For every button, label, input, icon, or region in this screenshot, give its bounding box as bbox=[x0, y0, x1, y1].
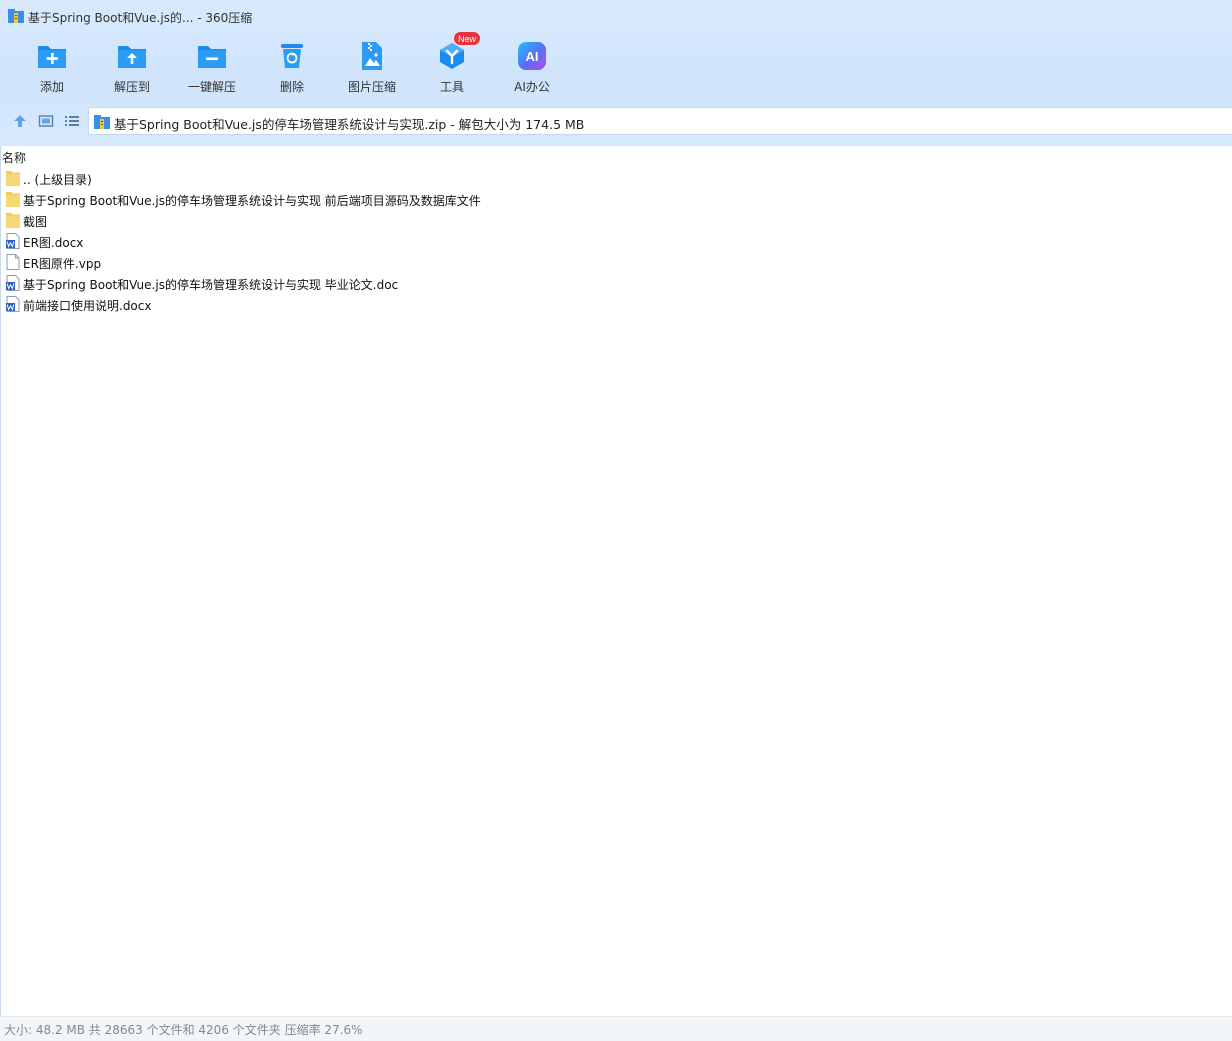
address-bar[interactable]: 基于Spring Boot和Vue.js的停车场管理系统设计与实现.zip - … bbox=[88, 107, 1232, 135]
list-item-name: ER图.docx bbox=[23, 236, 84, 250]
ai-icon-text: AI bbox=[526, 49, 539, 64]
ai-office-button[interactable]: AI AI办公 bbox=[492, 36, 572, 98]
one-click-extract-button[interactable]: 一键解压 bbox=[172, 36, 252, 98]
word-document-icon bbox=[6, 296, 20, 312]
ai-office-label: AI办公 bbox=[514, 80, 550, 94]
column-name-label: 名称 bbox=[2, 151, 27, 165]
title-bar[interactable]: 基于Spring Boot和Vue.js的... - 360压缩 bbox=[0, 0, 1232, 32]
image-compress-label: 图片压缩 bbox=[347, 80, 396, 94]
folder-icon bbox=[6, 192, 20, 207]
list-item-name: 前端接口使用说明.docx bbox=[23, 299, 152, 313]
image-compress-icon bbox=[362, 42, 382, 70]
archive-app-icon bbox=[8, 9, 24, 23]
ai-office-icon: AI bbox=[518, 42, 546, 70]
up-arrow-icon[interactable] bbox=[11, 112, 29, 130]
word-document-icon bbox=[6, 233, 20, 249]
list-item-name: ER图原件.vpp bbox=[23, 257, 102, 271]
generic-file-icon bbox=[6, 254, 20, 270]
navigation-bar: 基于Spring Boot和Vue.js的停车场管理系统设计与实现.zip - … bbox=[0, 106, 1232, 136]
window-chrome: 基于Spring Boot和Vue.js的... - 360压缩 添加 解压到 bbox=[0, 0, 1232, 146]
zip-file-icon bbox=[94, 115, 110, 129]
extract-to-button[interactable]: 解压到 bbox=[92, 36, 172, 98]
list-item[interactable]: 前端接口使用说明.docx bbox=[0, 294, 1232, 315]
column-header-name[interactable]: 名称 bbox=[0, 146, 1232, 166]
archive-path: 基于Spring Boot和Vue.js的停车场管理系统设计与实现.zip - … bbox=[114, 117, 585, 132]
new-badge-text: New bbox=[458, 34, 477, 44]
one-click-extract-icon bbox=[198, 46, 226, 68]
extract-to-icon bbox=[118, 46, 146, 68]
folder-icon bbox=[6, 213, 20, 228]
folder-icon bbox=[6, 171, 20, 186]
status-text: 大小: 48.2 MB 共 28663 个文件和 4206 个文件夹 压缩率 2… bbox=[4, 1023, 363, 1037]
new-badge: New bbox=[454, 32, 480, 45]
thumbnail-view-icon[interactable] bbox=[37, 112, 55, 130]
list-item[interactable]: ER图原件.vpp bbox=[0, 252, 1232, 273]
tools-button[interactable]: New 工具 bbox=[412, 32, 492, 98]
tools-label: 工具 bbox=[439, 80, 464, 94]
word-document-icon bbox=[6, 275, 20, 291]
status-bar: 大小: 48.2 MB 共 28663 个文件和 4206 个文件夹 压缩率 2… bbox=[0, 1016, 1232, 1041]
image-compress-button[interactable]: 图片压缩 bbox=[332, 36, 412, 98]
list-item-name: 基于Spring Boot和Vue.js的停车场管理系统设计与实现 毕业论文.d… bbox=[23, 278, 399, 292]
list-item[interactable]: ER图.docx bbox=[0, 231, 1232, 252]
delete-icon bbox=[281, 44, 303, 68]
delete-label: 删除 bbox=[279, 80, 304, 94]
list-item[interactable]: 基于Spring Boot和Vue.js的停车场管理系统设计与实现 毕业论文.d… bbox=[0, 273, 1232, 294]
list-item-name: 截图 bbox=[23, 215, 48, 229]
list-item[interactable]: 基于Spring Boot和Vue.js的停车场管理系统设计与实现 前后端项目源… bbox=[0, 189, 1232, 210]
extract-to-label: 解压到 bbox=[113, 80, 150, 94]
one-click-extract-label: 一键解压 bbox=[187, 80, 236, 94]
window-title: 基于Spring Boot和Vue.js的... - 360压缩 bbox=[28, 11, 253, 25]
add-folder-icon bbox=[38, 46, 66, 68]
delete-button[interactable]: 删除 bbox=[252, 36, 332, 98]
list-item[interactable]: .. (上级目录) bbox=[0, 168, 1232, 189]
list-item[interactable]: 截图 bbox=[0, 210, 1232, 231]
add-button[interactable]: 添加 bbox=[12, 36, 92, 98]
add-label: 添加 bbox=[39, 80, 64, 94]
list-view-icon[interactable] bbox=[63, 112, 81, 130]
list-item-name: .. (上级目录) bbox=[23, 173, 92, 187]
list-item-name: 基于Spring Boot和Vue.js的停车场管理系统设计与实现 前后端项目源… bbox=[23, 194, 481, 208]
